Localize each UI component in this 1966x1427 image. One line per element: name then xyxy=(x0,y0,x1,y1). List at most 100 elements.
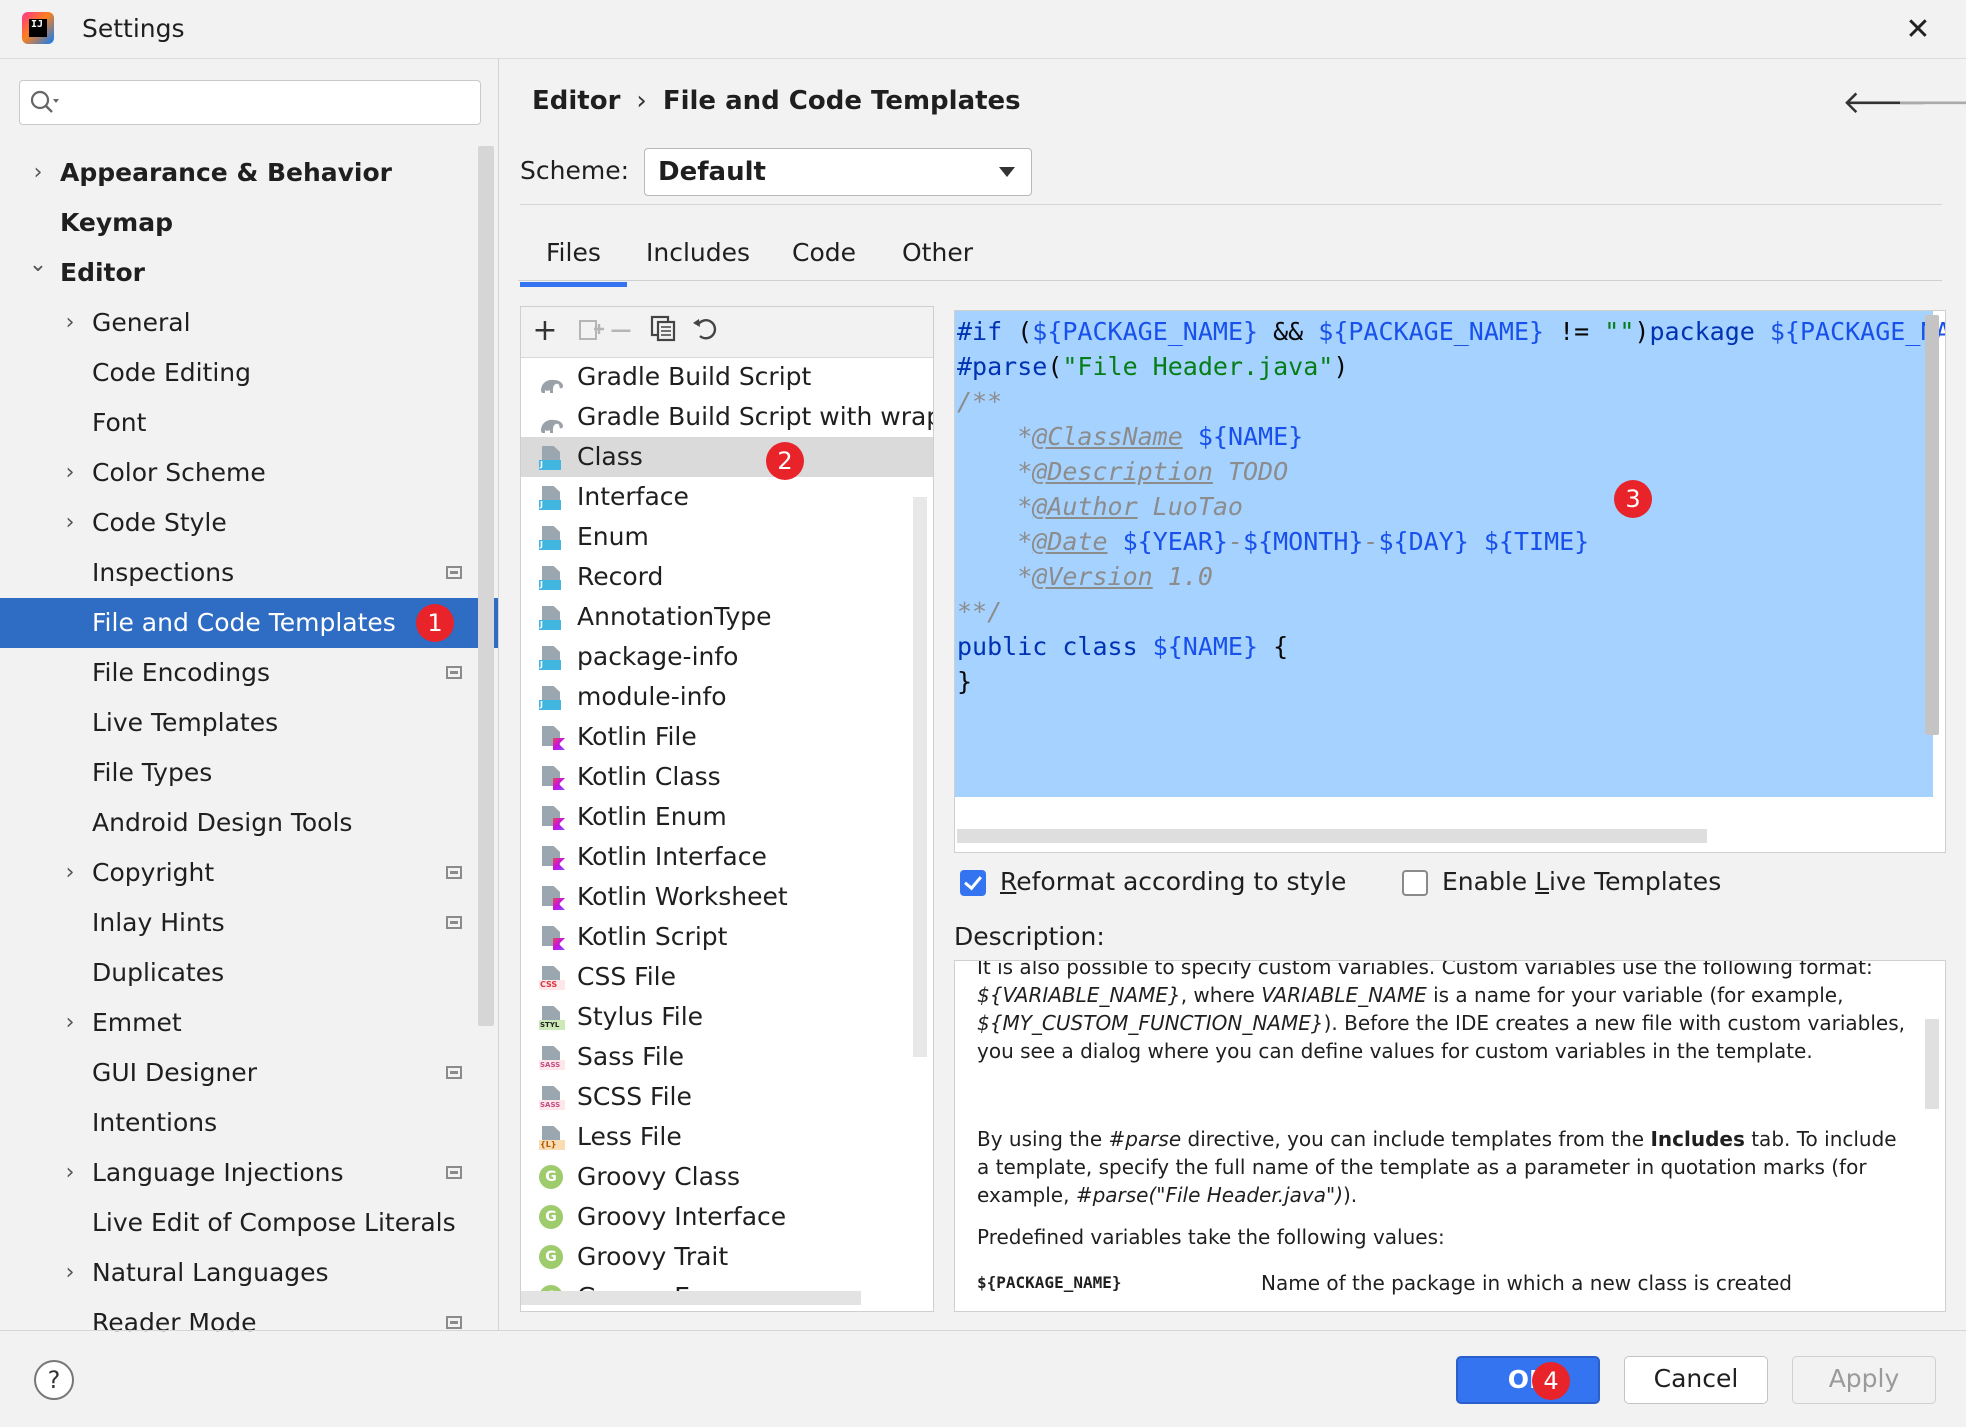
sidebar-item[interactable]: File Encodings xyxy=(0,648,498,698)
close-icon[interactable]: ✕ xyxy=(1896,8,1940,52)
chevron-right-icon[interactable]: › xyxy=(60,1248,80,1298)
list-horizontal-scrollbar[interactable] xyxy=(521,1291,861,1305)
sidebar-item[interactable]: › Copyright xyxy=(0,848,498,898)
sidebar-item[interactable]: Inlay Hints xyxy=(0,898,498,948)
tab-other[interactable]: Other xyxy=(902,238,973,267)
breadcrumb-parent[interactable]: Editor xyxy=(532,86,620,116)
sidebar-item[interactable]: File Types xyxy=(0,748,498,798)
template-list-item[interactable]: J Enum xyxy=(521,517,933,557)
template-list-item[interactable]: Gradle Build Script with wrapper xyxy=(521,397,933,437)
java-file-icon: J xyxy=(539,646,565,670)
sidebar-scrollbar[interactable] xyxy=(478,146,494,1026)
description-scrollbar[interactable] xyxy=(1925,1019,1939,1109)
template-list-item[interactable]: J Record xyxy=(521,557,933,597)
sidebar-item[interactable]: › Color Scheme xyxy=(0,448,498,498)
add-icon[interactable]: + xyxy=(527,313,563,349)
sidebar-item[interactable]: Live Templates xyxy=(0,698,498,748)
window-title: Settings xyxy=(82,14,185,43)
template-list-item[interactable]: Gradle Build Script xyxy=(521,357,933,397)
description-label: Description: xyxy=(954,922,1105,951)
remove-icon[interactable]: − xyxy=(603,313,639,349)
template-list-item[interactable]: SASS SCSS File xyxy=(521,1077,933,1117)
live-templates-label[interactable]: Enable Live Templates xyxy=(1442,867,1721,896)
project-scope-icon xyxy=(446,1066,462,1079)
sidebar-item[interactable]: Intentions xyxy=(0,1098,498,1148)
template-list-item[interactable]: GGroovy Enum xyxy=(521,1277,933,1291)
search-icon xyxy=(30,90,59,113)
code-line: public class ${NAME} { xyxy=(957,632,1289,661)
template-list-item[interactable]: Jmodule-info xyxy=(521,677,933,717)
breadcrumb-separator: › xyxy=(636,86,647,116)
template-label: Class xyxy=(577,442,643,471)
list-scrollbar[interactable] xyxy=(913,497,927,1057)
chevron-right-icon[interactable]: › xyxy=(60,998,80,1048)
chevron-right-icon[interactable]: › xyxy=(28,148,48,198)
template-list-item[interactable]: Jpackage-info xyxy=(521,637,933,677)
template-list-item[interactable]: Kotlin Enum xyxy=(521,797,933,837)
template-list-item[interactable]: G Groovy Interface xyxy=(521,1197,933,1237)
template-list-item[interactable]: Kotlin Class xyxy=(521,757,933,797)
chevron-right-icon[interactable]: › xyxy=(60,448,80,498)
live-templates-checkbox[interactable] xyxy=(1402,870,1428,896)
sidebar-item[interactable]: Code Editing xyxy=(0,348,498,398)
editor-horizontal-scrollbar[interactable] xyxy=(957,829,1707,843)
sidebar-item[interactable]: › Appearance & Behavior xyxy=(0,148,498,198)
variable-description: Name of the package in which a new class… xyxy=(1261,1271,1793,1295)
forward-arrow-icon[interactable]: 🡒 xyxy=(1896,82,1966,121)
sidebar-item[interactable]: Duplicates xyxy=(0,948,498,998)
sidebar-item[interactable]: › Code Style xyxy=(0,498,498,548)
template-editor[interactable]: #if (${PACKAGE_NAME} && ${PACKAGE_NAME} … xyxy=(954,310,1946,853)
reformat-checkbox[interactable] xyxy=(960,870,986,896)
sidebar-item[interactable]: Live Edit of Compose Literals xyxy=(0,1198,498,1248)
chevron-right-icon[interactable]: › xyxy=(60,298,80,348)
chevron-down-icon[interactable]: ⌄ xyxy=(28,240,48,290)
sidebar-item[interactable]: › Language Injections xyxy=(0,1148,498,1198)
template-list-item[interactable]: G Groovy Trait xyxy=(521,1237,933,1277)
sidebar-item[interactable]: Android Design Tools xyxy=(0,798,498,848)
template-list-item[interactable]: Kotlin Worksheet xyxy=(521,877,933,917)
template-list-item[interactable]: SASS Sass File xyxy=(521,1037,933,1077)
template-label: Groovy Interface xyxy=(577,1202,787,1231)
sidebar-item[interactable]: GUI Designer xyxy=(0,1048,498,1098)
sidebar-item[interactable]: › General xyxy=(0,298,498,348)
sidebar-item[interactable]: › Emmet xyxy=(0,998,498,1048)
template-list-item[interactable]: STYL Stylus File xyxy=(521,997,933,1037)
template-label: package-info xyxy=(577,642,739,671)
sidebar-item-label: Code Style xyxy=(92,508,227,537)
template-list-item[interactable]: J Interface xyxy=(521,477,933,517)
template-list-item[interactable]: J AnnotationType xyxy=(521,597,933,637)
template-list-item[interactable]: Kotlin File xyxy=(521,717,933,757)
chevron-right-icon[interactable]: › xyxy=(60,1148,80,1198)
sidebar-item-label: Inspections xyxy=(92,558,235,587)
help-button[interactable]: ? xyxy=(34,1360,74,1400)
ok-button[interactable]: OK xyxy=(1456,1356,1600,1404)
apply-button[interactable]: Apply xyxy=(1792,1356,1936,1404)
kotlin-file-icon xyxy=(539,886,565,910)
template-list-item[interactable]: J Class xyxy=(521,437,933,477)
copy-icon[interactable] xyxy=(645,313,681,349)
template-list-item[interactable]: Kotlin Interface xyxy=(521,837,933,877)
scheme-dropdown[interactable]: Default xyxy=(644,148,1032,196)
code-line: /** xyxy=(957,387,1003,416)
template-list-item[interactable]: CSS CSS File xyxy=(521,957,933,997)
template-list-item[interactable]: G Groovy Class xyxy=(521,1157,933,1197)
sidebar-item[interactable]: Reader Mode xyxy=(0,1298,498,1348)
sidebar-item[interactable]: › Natural Languages xyxy=(0,1248,498,1298)
editor-scrollbar[interactable] xyxy=(1925,315,1939,735)
sidebar-item-label: Keymap xyxy=(60,208,174,237)
cancel-button[interactable]: Cancel xyxy=(1624,1356,1768,1404)
template-list-item[interactable]: {L} Less File xyxy=(521,1117,933,1157)
template-list-item[interactable]: Kotlin Script xyxy=(521,917,933,957)
chevron-right-icon[interactable]: › xyxy=(60,848,80,898)
sidebar-item[interactable]: Inspections xyxy=(0,548,498,598)
reformat-label[interactable]: Reformat according to style xyxy=(1000,867,1346,896)
sidebar-item[interactable]: Font xyxy=(0,398,498,448)
sidebar-item[interactable]: ⌄ Editor xyxy=(0,248,498,298)
tab-files[interactable]: Files xyxy=(520,238,627,287)
sidebar-item[interactable]: Keymap xyxy=(0,198,498,248)
reset-icon[interactable] xyxy=(687,313,723,349)
tab-includes[interactable]: Includes xyxy=(646,238,750,267)
search-input[interactable] xyxy=(19,80,481,125)
chevron-right-icon[interactable]: › xyxy=(60,498,80,548)
tab-code[interactable]: Code xyxy=(792,238,856,267)
